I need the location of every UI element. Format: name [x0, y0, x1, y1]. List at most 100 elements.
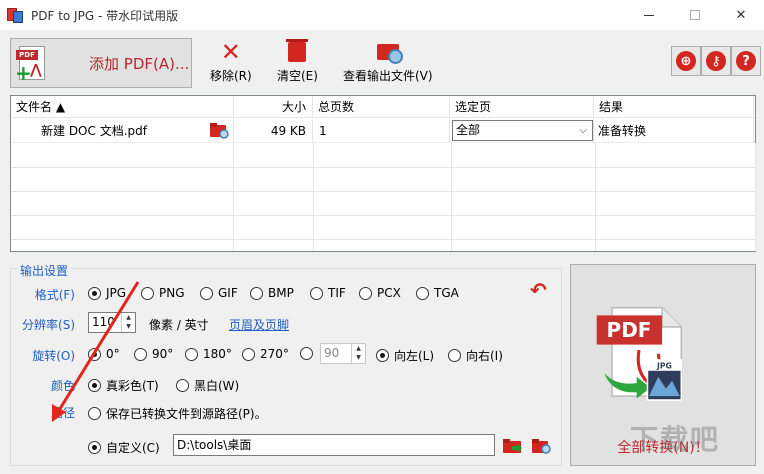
- file-list[interactable]: 文件名 ▲ 大小 总页数 选定页 结果 新建 DOC 文档.pdf 49 KB …: [10, 95, 756, 252]
- rotate-right-label: 向右(I): [466, 349, 503, 363]
- undo-icon[interactable]: ↶: [530, 278, 547, 302]
- add-pdf-button[interactable]: PDF + ⋀ 添加 PDF(A)...: [10, 38, 192, 88]
- rotate-0-radio[interactable]: 0°: [88, 347, 120, 361]
- view-output-label: 查看输出文件(V): [343, 69, 433, 83]
- register-button[interactable]: ⚷: [701, 46, 731, 76]
- rotate-custom-radio[interactable]: [300, 347, 318, 360]
- help-button[interactable]: ?: [731, 46, 761, 76]
- header-name[interactable]: 文件名 ▲: [11, 96, 234, 118]
- format-pcx-label: PCX: [377, 286, 401, 300]
- resolution-spinner[interactable]: 110 ▲ ▼: [88, 312, 136, 333]
- rotate-90-label: 90°: [152, 347, 174, 361]
- view-output-button[interactable]: 查看输出文件(V): [343, 40, 433, 86]
- key-icon: ⚷: [706, 51, 726, 71]
- format-tga-radio[interactable]: TGA: [416, 286, 459, 300]
- app-icon: [7, 7, 23, 23]
- rotate-270-radio[interactable]: 270°: [242, 347, 289, 361]
- color-label: 颜色: [50, 379, 75, 393]
- path-custom-radio[interactable]: 自定义(C): [88, 439, 160, 456]
- file-list-header: 文件名 ▲ 大小 总页数 选定页 结果: [11, 96, 755, 118]
- header-range[interactable]: 选定页: [450, 96, 594, 118]
- globe-icon: ⊕: [676, 51, 696, 71]
- minimize-icon: [644, 14, 654, 16]
- row-filename-text: 新建 DOC 文档.pdf: [41, 124, 147, 138]
- page-range-value: 全部: [456, 123, 481, 137]
- website-button[interactable]: ⊕: [671, 46, 701, 76]
- path-source-radio[interactable]: 保存已转换文件到源路径(P)。: [88, 405, 267, 422]
- minimize-button[interactable]: [626, 0, 672, 30]
- browse-folder-icon[interactable]: [502, 437, 524, 455]
- format-png-label: PNG: [159, 286, 185, 300]
- remove-label: 移除(R): [210, 69, 252, 83]
- remove-x-icon: ✕: [220, 38, 241, 66]
- close-button[interactable]: ✕: [718, 0, 764, 30]
- format-bmp-label: BMP: [268, 286, 294, 300]
- path-source-label: 保存已转换文件到源路径(P)。: [106, 407, 267, 421]
- custom-angle-value: 90: [324, 346, 340, 360]
- rotate-180-radio[interactable]: 180°: [185, 347, 232, 361]
- rotate-180-label: 180°: [203, 347, 232, 361]
- title-bar: PDF to JPG - 带水印试用版 ✕: [0, 0, 764, 30]
- header-result[interactable]: 结果: [594, 96, 754, 118]
- spinner-arrows-icon: ▲ ▼: [351, 344, 365, 363]
- header-size[interactable]: 大小: [234, 96, 313, 118]
- row-size: 49 KB: [234, 119, 313, 143]
- format-tif-radio[interactable]: TIF: [310, 286, 346, 300]
- format-gif-radio[interactable]: GIF: [200, 286, 238, 300]
- rotate-left-radio[interactable]: 向左(L): [376, 347, 434, 364]
- remove-button[interactable]: ✕ 移除(R): [210, 38, 252, 86]
- path-input[interactable]: D:\tools\桌面: [173, 434, 495, 456]
- format-jpg-radio[interactable]: JPG: [88, 286, 126, 300]
- custom-angle-spinner: 90 ▲ ▼: [320, 343, 366, 364]
- format-tif-label: TIF: [328, 286, 346, 300]
- clear-button[interactable]: 清空(E): [277, 39, 318, 86]
- rotate-90-radio[interactable]: 90°: [134, 347, 173, 361]
- resolution-unit: 像素 / 英寸: [149, 318, 209, 332]
- page-range-select[interactable]: 全部 ⌵: [452, 120, 593, 141]
- rotate-0-label: 0°: [106, 347, 120, 361]
- color-bw-radio[interactable]: 黑白(W): [176, 377, 239, 394]
- trash-icon: [286, 39, 309, 62]
- row-result: 准备转换: [594, 119, 754, 143]
- resolution-value: 110: [92, 315, 115, 329]
- color-true-radio[interactable]: 真彩色(T): [88, 377, 159, 394]
- add-pdf-label: 添加 PDF(A)...: [89, 54, 190, 73]
- spinner-arrows-icon[interactable]: ▲ ▼: [121, 313, 135, 332]
- rotate-label: 旋转(O): [32, 349, 75, 363]
- header-pages[interactable]: 总页数: [313, 96, 450, 118]
- row-range: 全部 ⌵: [450, 119, 594, 143]
- path-label: 路径: [50, 406, 75, 420]
- chevron-down-icon: ⌵: [579, 125, 587, 136]
- color-bw-label: 黑白(W): [194, 379, 240, 393]
- path-custom-label: 自定义(C): [106, 441, 160, 455]
- folder-search-icon: [376, 44, 403, 64]
- rotate-270-label: 270°: [260, 347, 289, 361]
- add-pdf-icon: PDF + ⋀: [15, 44, 49, 83]
- close-icon: ✕: [735, 7, 747, 23]
- row-pages: 1: [313, 119, 450, 143]
- format-jpg-label: JPG: [106, 286, 127, 300]
- maximize-button[interactable]: [672, 0, 718, 30]
- rotate-left-label: 向左(L): [394, 349, 435, 363]
- clear-label: 清空(E): [277, 69, 318, 83]
- header-footer-link[interactable]: 页眉及页脚: [229, 316, 289, 333]
- window-title: PDF to JPG - 带水印试用版: [31, 8, 179, 23]
- svg-text:JPG: JPG: [656, 361, 672, 370]
- open-folder-search-icon[interactable]: [531, 437, 553, 455]
- pdf-to-jpg-icon: PDF JPG: [596, 306, 683, 401]
- format-bmp-radio[interactable]: BMP: [250, 286, 294, 300]
- svg-text:PDF: PDF: [607, 318, 652, 342]
- help-icon: ?: [736, 51, 756, 71]
- empty-grid: [11, 143, 756, 251]
- format-gif-label: GIF: [218, 286, 238, 300]
- format-png-radio[interactable]: PNG: [141, 286, 185, 300]
- row-filename: 新建 DOC 文档.pdf: [11, 119, 234, 143]
- color-true-label: 真彩色(T): [106, 379, 159, 393]
- rotate-right-radio[interactable]: 向右(I): [448, 347, 503, 364]
- maximize-icon: [690, 10, 700, 20]
- watermark-text: 下载吧: [630, 423, 721, 456]
- format-pcx-radio[interactable]: PCX: [359, 286, 401, 300]
- table-row[interactable]: 新建 DOC 文档.pdf 49 KB 1 全部 ⌵ 准备转换: [11, 119, 755, 143]
- output-settings-title: 输出设置: [18, 262, 71, 279]
- format-tga-label: TGA: [434, 286, 459, 300]
